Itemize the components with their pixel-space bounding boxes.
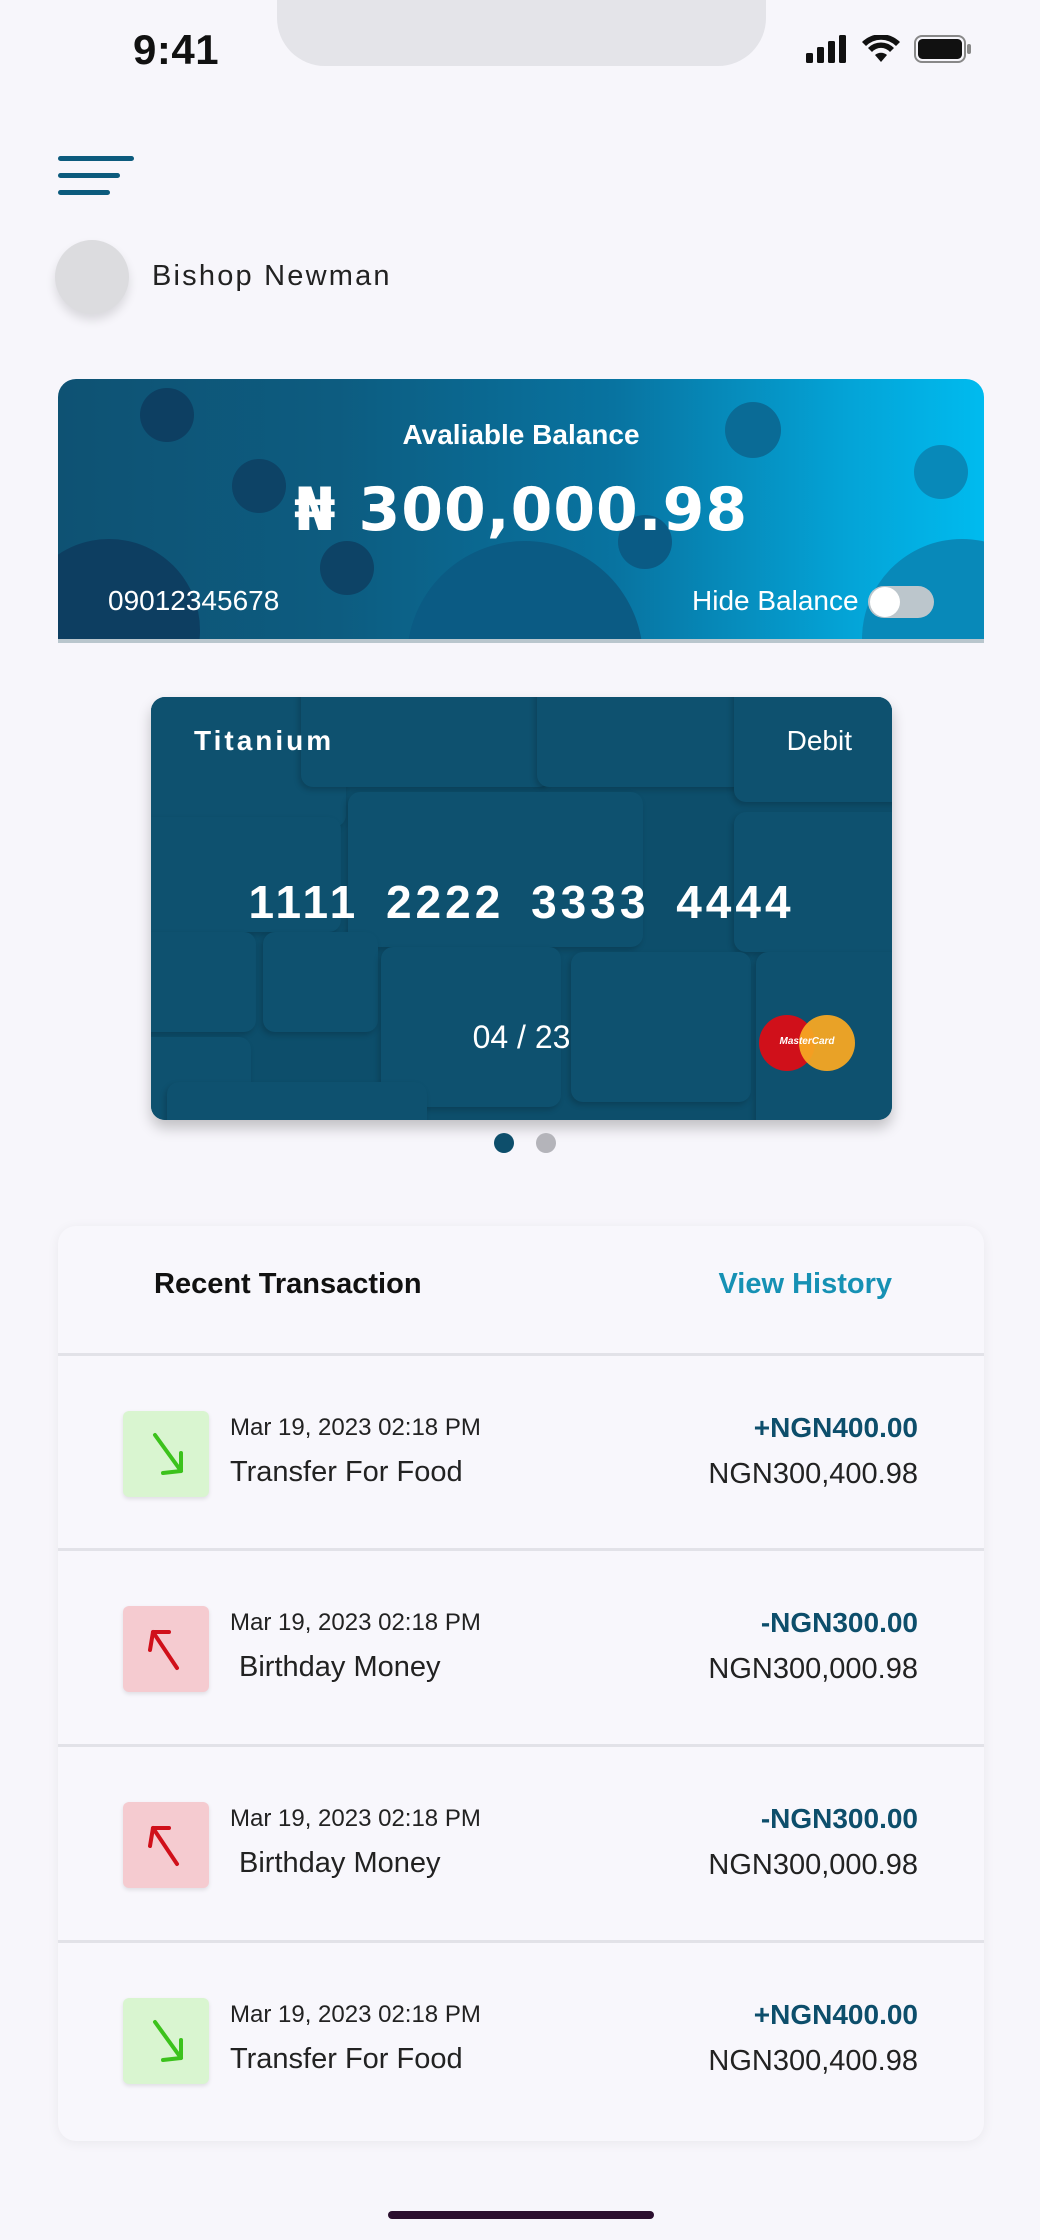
transaction-description: Birthday Money bbox=[239, 1847, 441, 1879]
card-pattern-tile bbox=[301, 697, 551, 787]
transaction-row[interactable]: Mar 19, 2023 02:18 PM Birthday Money -NG… bbox=[58, 1551, 984, 1744]
card-type: Debit bbox=[786, 725, 852, 756]
transaction-amount: +NGN400.00 bbox=[753, 1999, 918, 2030]
card-pattern-tile bbox=[263, 932, 378, 1032]
transaction-balance: NGN300,000.98 bbox=[708, 1653, 918, 1685]
cellular-signal-icon bbox=[806, 35, 846, 63]
card-number: 1111 2222 3333 4444 bbox=[248, 876, 795, 928]
card-pattern-tile bbox=[151, 932, 256, 1032]
battery-icon bbox=[914, 35, 971, 63]
status-icons bbox=[806, 34, 972, 64]
balance-label: Avaliable Balance bbox=[402, 419, 640, 450]
balance-card: Avaliable Balance ₦ 300,000.98 090123456… bbox=[58, 379, 984, 643]
user-name: Bishop Newman bbox=[152, 260, 392, 292]
avatar[interactable] bbox=[55, 240, 129, 314]
transaction-amount: +NGN400.00 bbox=[753, 1412, 918, 1443]
transaction-amount: -NGN300.00 bbox=[760, 1607, 918, 1638]
transactions-header: Recent Transaction View History bbox=[58, 1226, 984, 1356]
arrow-down-icon bbox=[123, 1998, 209, 2084]
hamburger-menu-icon[interactable] bbox=[58, 156, 134, 196]
account-number: 09012345678 bbox=[108, 585, 280, 616]
status-time: 9:41 bbox=[133, 26, 220, 73]
transaction-balance: NGN300,400.98 bbox=[708, 2045, 918, 2077]
transaction-description: Transfer For Food bbox=[230, 2043, 463, 2075]
transaction-date: Mar 19, 2023 02:18 PM bbox=[230, 1805, 481, 1832]
carousel-dot-active[interactable] bbox=[494, 1133, 514, 1153]
carousel-dot[interactable] bbox=[536, 1133, 556, 1153]
transaction-date: Mar 19, 2023 02:18 PM bbox=[230, 1609, 481, 1636]
wifi-icon bbox=[862, 35, 900, 62]
hide-balance-label: Hide Balance bbox=[692, 585, 859, 616]
transaction-date: Mar 19, 2023 02:18 PM bbox=[230, 1414, 481, 1441]
transactions-title: Recent Transaction bbox=[154, 1268, 422, 1300]
transaction-date: Mar 19, 2023 02:18 PM bbox=[230, 2001, 481, 2028]
balance-card-decoration bbox=[407, 541, 643, 643]
transactions-panel: Recent Transaction View History Mar 19, … bbox=[58, 1226, 984, 2141]
arrow-up-icon bbox=[123, 1802, 209, 1888]
arrow-up-icon bbox=[123, 1606, 209, 1692]
balance-amount: ₦ 300,000.98 bbox=[293, 475, 749, 545]
card-pattern-tile bbox=[537, 697, 747, 787]
mastercard-logo-text: MasterCard bbox=[779, 1036, 835, 1047]
card-pattern-tile bbox=[167, 1082, 427, 1120]
transaction-balance: NGN300,000.98 bbox=[708, 1849, 918, 1881]
transaction-balance: NGN300,400.98 bbox=[708, 1458, 918, 1490]
transaction-row[interactable]: Mar 19, 2023 02:18 PM Transfer For Food … bbox=[58, 1356, 984, 1549]
transaction-row[interactable]: Mar 19, 2023 02:18 PM Birthday Money -NG… bbox=[58, 1747, 984, 1940]
home-indicator[interactable] bbox=[388, 2211, 654, 2219]
transaction-amount: -NGN300.00 bbox=[760, 1803, 918, 1834]
transaction-description: Birthday Money bbox=[239, 1651, 441, 1683]
arrow-down-icon bbox=[123, 1411, 209, 1497]
toggle-knob bbox=[870, 587, 900, 617]
mastercard-logo: MasterCard bbox=[759, 1015, 855, 1071]
transaction-description: Transfer For Food bbox=[230, 1456, 463, 1488]
view-history-link[interactable]: View History bbox=[718, 1268, 892, 1301]
device-notch bbox=[277, 0, 766, 66]
debit-card[interactable]: Titanium Debit 1111 2222 3333 4444 04 / … bbox=[151, 697, 892, 1120]
card-brand: Titanium bbox=[194, 725, 335, 756]
balance-card-decoration bbox=[320, 541, 374, 595]
hide-balance-toggle[interactable] bbox=[868, 586, 934, 618]
balance-card-edge bbox=[58, 639, 984, 643]
transaction-row[interactable]: Mar 19, 2023 02:18 PM Transfer For Food … bbox=[58, 1943, 984, 2136]
status-bar: 9:41 bbox=[0, 0, 1040, 90]
